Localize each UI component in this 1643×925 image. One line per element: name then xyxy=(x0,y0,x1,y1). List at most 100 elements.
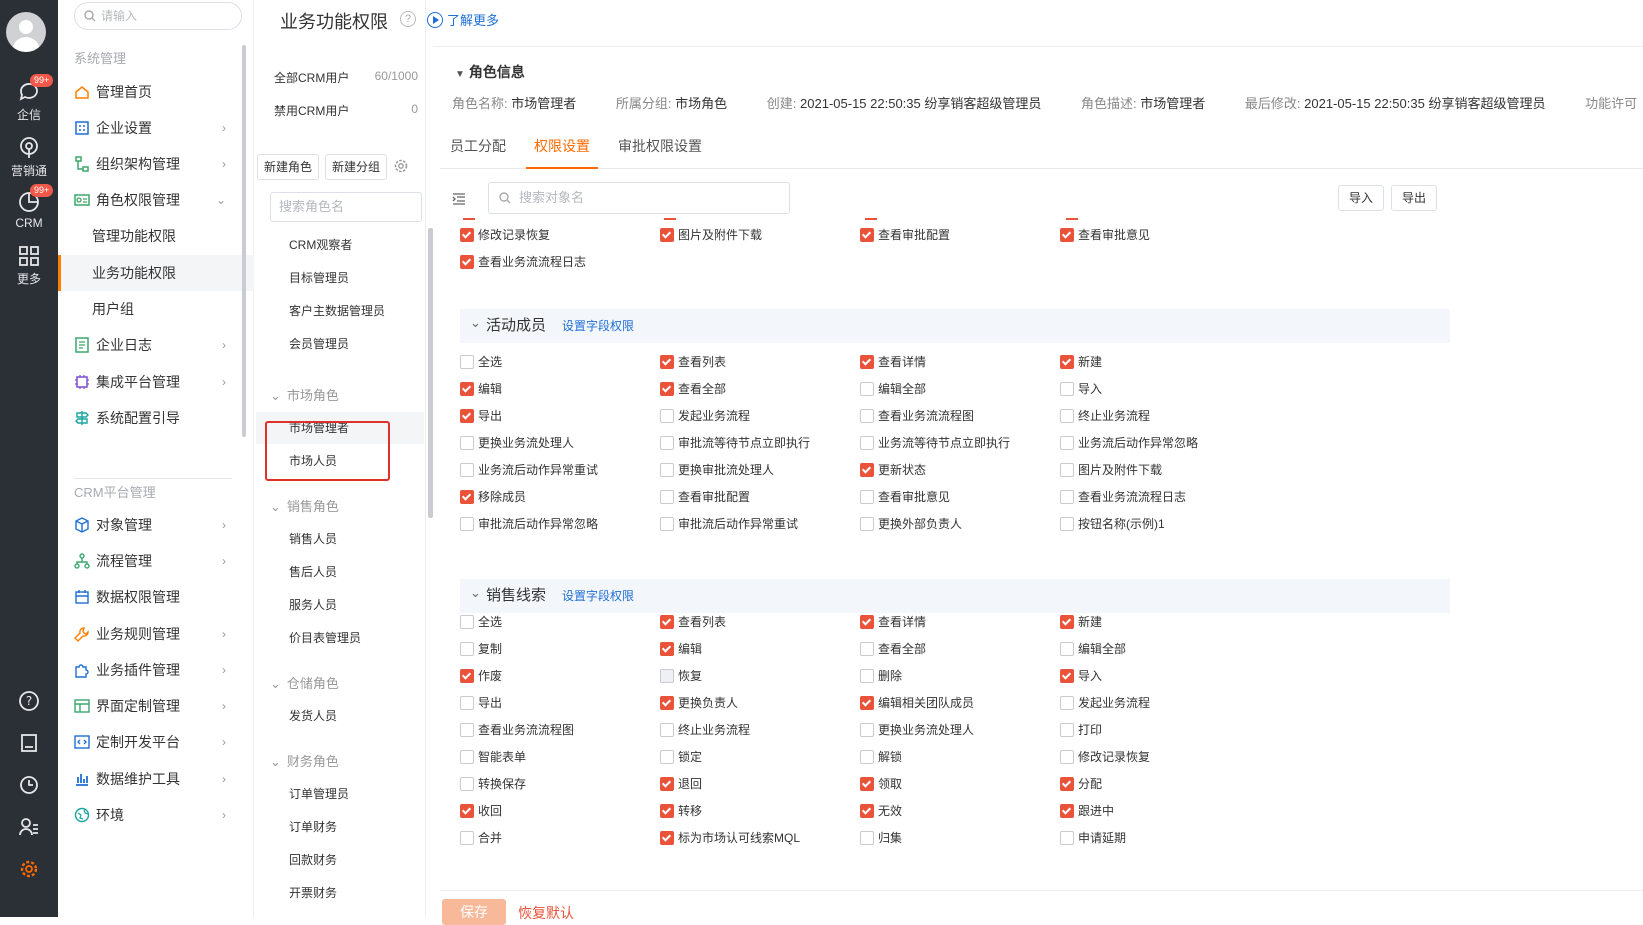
sidebar-item-objects[interactable]: 对象管理 › xyxy=(58,507,254,543)
permission-checkbox[interactable]: 归集 xyxy=(860,831,902,845)
sidebar-item-business-rules[interactable]: 业务规则管理 › xyxy=(58,616,254,652)
permission-checkbox[interactable]: 收回 xyxy=(460,804,502,818)
all-crm-users[interactable]: 全部CRM用户 60/1000 xyxy=(274,69,424,86)
role-item[interactable]: 服务人员 xyxy=(256,589,424,621)
permission-checkbox[interactable]: 终止业务流程 xyxy=(1060,409,1150,423)
section-header-activity-members[interactable]: 活动成员 设置字段权限 xyxy=(460,306,1450,343)
permission-checkbox[interactable]: 退回 xyxy=(660,777,702,791)
permission-checkbox[interactable]: 删除 xyxy=(860,669,902,683)
role-info-title[interactable]: ▼ 角色信息 xyxy=(455,62,525,82)
permission-checkbox[interactable]: 解锁 xyxy=(860,750,902,764)
permission-checkbox[interactable]: 发起业务流程 xyxy=(1060,696,1150,710)
save-button[interactable]: 保存 xyxy=(442,899,506,925)
sidebar-item-company-settings[interactable]: 企业设置 › xyxy=(58,110,254,146)
permission-checkbox[interactable]: 领取 xyxy=(860,777,902,791)
permission-checkbox[interactable]: 查看审批意见 xyxy=(1060,228,1150,242)
permission-checkbox[interactable]: 更换外部负责人 xyxy=(860,517,962,531)
permission-checkbox[interactable]: 锁定 xyxy=(660,750,702,764)
permission-checkbox[interactable]: 查看审批意见 xyxy=(860,490,950,504)
permission-checkbox[interactable]: 全选 xyxy=(460,355,502,369)
permission-checkbox[interactable]: 编辑 xyxy=(460,382,502,396)
permission-checkbox[interactable]: 跟进中 xyxy=(1060,804,1114,818)
avatar[interactable] xyxy=(6,12,46,52)
help-icon[interactable]: ? xyxy=(0,690,58,715)
permission-checkbox[interactable]: 修改记录恢复 xyxy=(1060,750,1150,764)
permission-checkbox[interactable]: 查看业务流流程日志 xyxy=(460,255,586,269)
permission-checkbox[interactable]: 查看详情 xyxy=(860,615,926,629)
permission-checkbox[interactable]: 按钮名称(示例)1 xyxy=(1060,517,1165,531)
permission-checkbox[interactable]: 修改记录恢复 xyxy=(460,228,550,242)
rail-marketing[interactable]: 营销通 xyxy=(0,136,58,179)
rail-more[interactable]: 更多 xyxy=(0,244,58,287)
permission-checkbox[interactable]: 业务流等待节点立即执行 xyxy=(860,436,1010,450)
permission-checkbox[interactable]: 查看业务流流程日志 xyxy=(1060,490,1186,504)
sidebar-subitem-admin-permissions[interactable]: 管理功能权限 xyxy=(58,218,254,254)
sidebar-item-data-permissions[interactable]: 数据权限管理 xyxy=(58,579,254,615)
permission-checkbox[interactable]: 业务流后动作异常重试 xyxy=(460,463,598,477)
settings-gear-icon[interactable] xyxy=(0,858,58,883)
role-item[interactable]: 价目表管理员 xyxy=(256,622,424,654)
permission-checkbox[interactable]: 编辑全部 xyxy=(860,382,926,396)
permission-checkbox[interactable]: 图片及附件下载 xyxy=(660,228,762,242)
permission-checkbox[interactable]: 查看全部 xyxy=(660,382,726,396)
role-item[interactable]: 订单财务 xyxy=(256,811,424,843)
permission-checkbox[interactable]: 发起业务流程 xyxy=(660,409,750,423)
sidebar-item-plugins[interactable]: 业务插件管理 › xyxy=(58,652,254,688)
tab-approval-permissions[interactable]: 审批权限设置 xyxy=(610,124,710,169)
role-item[interactable]: 开票财务 xyxy=(256,877,424,909)
permission-checkbox[interactable]: 编辑相关团队成员 xyxy=(860,696,974,710)
role-item[interactable]: CRM观察者 xyxy=(256,229,424,261)
permission-checkbox[interactable]: 复制 xyxy=(460,642,502,656)
permission-checkbox[interactable]: 分配 xyxy=(1060,777,1102,791)
role-item[interactable]: 目标管理员 xyxy=(256,262,424,294)
permission-checkbox[interactable]: 更换业务流处理人 xyxy=(460,436,574,450)
role-search-input[interactable]: 搜索角色名 xyxy=(270,192,422,222)
import-button[interactable]: 导入 xyxy=(1338,185,1385,211)
sidebar-item-flows[interactable]: 流程管理 › xyxy=(58,543,254,579)
role-group-sales[interactable]: 销售角色 xyxy=(270,496,339,515)
object-search-input[interactable]: 搜索对象名 xyxy=(488,182,790,214)
history-icon[interactable] xyxy=(0,774,58,799)
field-permission-link[interactable]: 设置字段权限 xyxy=(562,579,634,613)
sidebar-subitem-business-permissions[interactable]: 业务功能权限 xyxy=(58,255,254,291)
permission-checkbox[interactable]: 业务流后动作异常忽略 xyxy=(1060,436,1198,450)
role-item[interactable]: 售后人员 xyxy=(256,556,424,588)
permission-checkbox[interactable]: 查看详情 xyxy=(860,355,926,369)
export-button[interactable]: 导出 xyxy=(1391,185,1438,211)
sidebar-search-input[interactable]: 请输入 xyxy=(74,2,242,30)
permission-checkbox[interactable]: 审批流等待节点立即执行 xyxy=(660,436,810,450)
notebook-icon[interactable] xyxy=(0,732,58,757)
permission-checkbox[interactable]: 审批流后动作异常忽略 xyxy=(460,517,598,531)
sidebar-item-config-guide[interactable]: 系统配置引导 xyxy=(58,400,254,436)
permission-checkbox[interactable]: 恢复 xyxy=(660,669,702,683)
permission-checkbox[interactable]: 更换业务流处理人 xyxy=(860,723,974,737)
permission-checkbox[interactable]: 查看审批配置 xyxy=(860,228,950,242)
permission-checkbox[interactable]: 查看审批配置 xyxy=(660,490,750,504)
permission-checkbox[interactable]: 合并 xyxy=(460,831,502,845)
permission-checkbox[interactable]: 图片及附件下载 xyxy=(1060,463,1162,477)
permission-checkbox[interactable]: 作废 xyxy=(460,669,502,683)
permission-checkbox[interactable]: 标为市场认可线索MQL xyxy=(660,831,800,845)
role-item[interactable]: 会员管理员 xyxy=(256,328,424,360)
permission-checkbox[interactable]: 新建 xyxy=(1060,615,1102,629)
sidebar-item-ui-custom[interactable]: 界面定制管理 › xyxy=(58,688,254,724)
permission-checkbox[interactable]: 更新状态 xyxy=(860,463,926,477)
sidebar-item-home[interactable]: 管理首页 xyxy=(58,74,254,110)
permission-checkbox[interactable]: 智能表单 xyxy=(460,750,526,764)
permission-checkbox[interactable]: 无效 xyxy=(860,804,902,818)
new-role-button[interactable]: 新建角色 xyxy=(257,154,320,180)
permission-checkbox[interactable]: 更换负责人 xyxy=(660,696,738,710)
role-item[interactable]: 订单管理员 xyxy=(256,778,424,810)
sidebar-subitem-user-groups[interactable]: 用户组 xyxy=(58,291,254,327)
gear-icon[interactable] xyxy=(393,158,409,174)
learn-more-link[interactable]: 了解更多 xyxy=(427,10,499,29)
role-item[interactable]: 客户主数据管理员 xyxy=(256,295,424,327)
permission-checkbox[interactable]: 移除成员 xyxy=(460,490,526,504)
role-group-finance[interactable]: 财务角色 xyxy=(270,751,339,770)
permission-checkbox[interactable]: 更换审批流处理人 xyxy=(660,463,774,477)
permission-checkbox[interactable]: 导入 xyxy=(1060,382,1102,396)
permission-checkbox[interactable]: 导入 xyxy=(1060,669,1102,683)
permission-checkbox[interactable]: 转换保存 xyxy=(460,777,526,791)
rail-qixin[interactable]: 99+ 企信 xyxy=(0,74,58,123)
sidebar-scrollbar[interactable] xyxy=(242,45,246,437)
